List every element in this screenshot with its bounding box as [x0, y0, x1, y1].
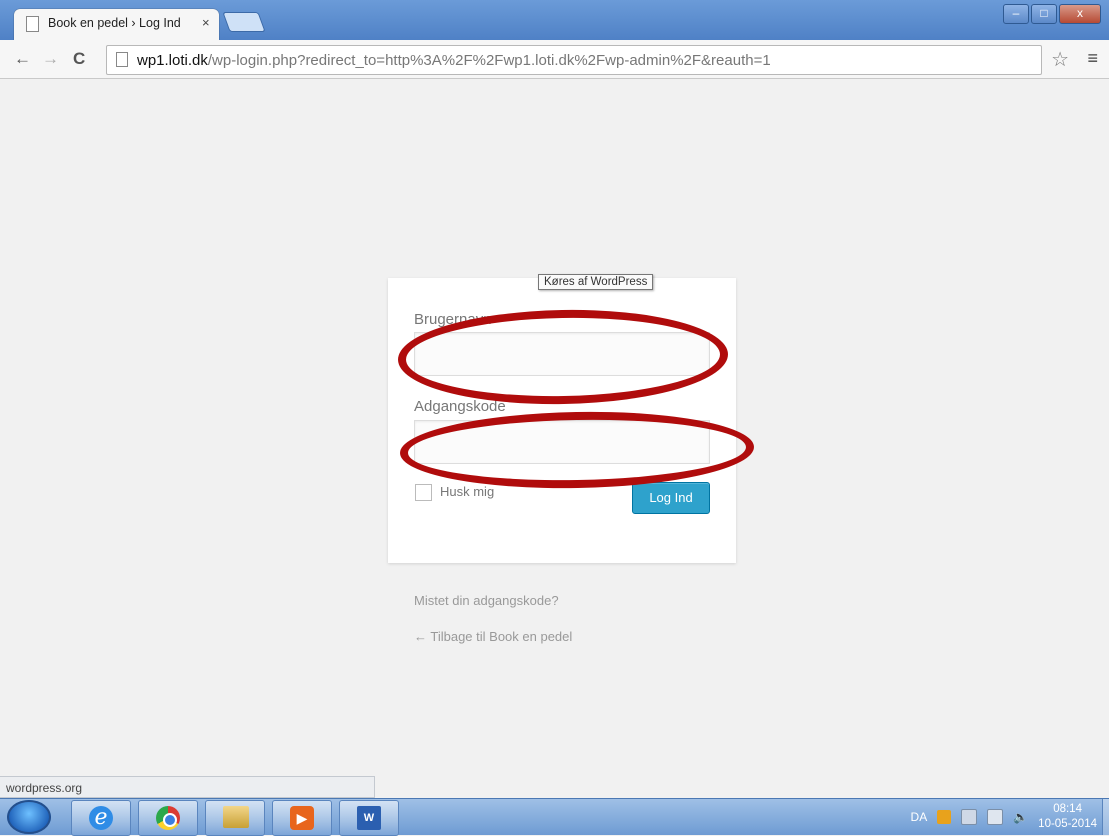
- url-text[interactable]: wp1.loti.dk/wp-login.php?redirect_to=htt…: [137, 52, 771, 69]
- taskbar: e ▶ W DA 🔈 08:14 10-05-2014: [0, 798, 1109, 836]
- show-desktop-button[interactable]: [1102, 799, 1109, 835]
- taskbar-internet-explorer[interactable]: e: [71, 800, 131, 836]
- taskbar-file-explorer[interactable]: [205, 800, 265, 836]
- taskbar-media-player[interactable]: ▶: [272, 800, 332, 836]
- tooltip: Køres af WordPress: [538, 274, 654, 290]
- address-bar[interactable]: wp1.loti.dk/wp-login.php?redirect_to=htt…: [106, 45, 1042, 75]
- maximize-button[interactable]: □: [1031, 4, 1057, 24]
- volume-icon[interactable]: 🔈: [1013, 810, 1028, 824]
- start-button[interactable]: [7, 800, 51, 834]
- system-tray: DA 🔈 08:14 10-05-2014: [911, 799, 1097, 835]
- word-icon: W: [357, 806, 381, 830]
- action-center-icon[interactable]: [961, 809, 978, 825]
- taskbar-chrome[interactable]: [138, 800, 198, 836]
- page-icon: [116, 52, 128, 67]
- new-tab-button[interactable]: [222, 12, 266, 32]
- page-icon: [26, 16, 39, 32]
- lost-password-link[interactable]: Mistet din adgangskode?: [414, 593, 559, 608]
- minimize-button[interactable]: –: [1003, 4, 1029, 24]
- internet-explorer-icon: e: [89, 806, 113, 830]
- language-indicator[interactable]: DA: [911, 810, 928, 824]
- tab-title: Book en pedel › Log Ind: [48, 16, 181, 30]
- bookmark-star-icon[interactable]: ☆: [1051, 47, 1069, 72]
- folder-icon: [223, 806, 249, 828]
- login-button[interactable]: Log Ind: [632, 482, 710, 514]
- close-window-button[interactable]: x: [1059, 4, 1101, 24]
- taskbar-word[interactable]: W: [339, 800, 399, 836]
- update-icon[interactable]: [937, 810, 952, 824]
- clock-time: 08:14: [1053, 803, 1082, 815]
- back-to-blog-link[interactable]: ← Tilbage til Book en pedel: [414, 629, 572, 644]
- chrome-icon: [156, 806, 180, 830]
- browser-toolbar: ← → C wp1.loti.dk/wp-login.php?redirect_…: [0, 40, 1109, 79]
- url-path: /wp-login.php?redirect_to=http%3A%2F%2Fw…: [207, 52, 771, 69]
- tab-close-icon[interactable]: ×: [202, 15, 210, 30]
- network-icon[interactable]: [987, 809, 1004, 825]
- menu-icon[interactable]: ≡: [1087, 48, 1098, 69]
- status-bar: wordpress.org: [0, 776, 375, 798]
- reload-icon[interactable]: C: [73, 49, 85, 69]
- remember-me-label[interactable]: Husk mig: [440, 484, 494, 499]
- forward-arrow-icon[interactable]: →: [42, 49, 59, 69]
- clock-date: 10-05-2014: [1038, 818, 1097, 830]
- back-arrow-icon[interactable]: ←: [14, 49, 31, 69]
- url-host: wp1.loti.dk: [137, 52, 208, 69]
- browser-titlebar: Book en pedel › Log Ind × – □ x: [0, 0, 1109, 40]
- remember-me-checkbox[interactable]: [415, 484, 432, 501]
- media-player-icon: ▶: [290, 806, 314, 830]
- clock[interactable]: 08:14 10-05-2014: [1038, 802, 1097, 832]
- window-controls: – □ x: [1003, 4, 1101, 24]
- tab-active[interactable]: Book en pedel › Log Ind ×: [14, 9, 219, 40]
